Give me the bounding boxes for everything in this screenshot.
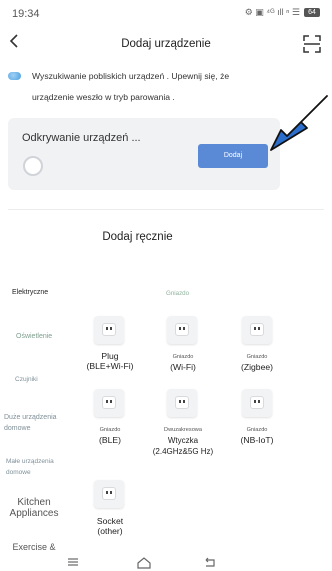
device-title: Plug [101,351,119,361]
device-icon-dual-band-plug[interactable] [167,389,197,417]
device-icon-plug-ble-wifi[interactable] [94,316,124,344]
device-title: Wtyczka (2.4GHz&5G Hz) [152,436,214,456]
category-large-appliances[interactable]: Duże urządzenia domowe [4,412,70,434]
discover-title: Odkrywanie urządzeń ... [22,132,141,144]
plug-icon [102,396,116,409]
device-icon-socket-zigbee[interactable] [242,316,272,344]
plug-icon [250,323,264,336]
back-icon[interactable] [202,555,218,569]
device-label-plug-ble-wifi[interactable]: Plug (BLE+Wi-Fi) [75,351,145,371]
header: Dodaj urządzenie [0,28,332,60]
status-icons: ⚙ ▣ ⁴ᴳ ıll ⁿ ☰ 64 [245,7,320,18]
device-small-label: Gniazdo [246,354,268,360]
scan-icon [303,35,321,53]
device-icon-socket-nbiot[interactable] [242,389,272,417]
device-label-socket-other[interactable]: Socket (other) [75,516,145,536]
device-title: (Zigbee) [241,362,273,372]
home-icon[interactable] [136,555,152,569]
device-label-dual-band-plug[interactable]: Dwuzakresowa Wtyczka (2.4GHz&5G Hz) [150,425,216,457]
plug-icon [175,396,189,409]
section-label: Gniazdo [166,290,190,297]
device-subtitle: (BLE+Wi-Fi) [86,361,134,371]
device-icon-socket-ble[interactable] [94,389,124,417]
plug-icon [102,323,116,336]
menu-icon[interactable] [66,555,80,569]
device-subtitle: (other) [97,526,123,536]
plug-icon [175,323,189,336]
annotation-arrow-icon [270,95,328,151]
category-small-appliances[interactable]: Małe urządzenia domowe [6,456,68,478]
plug-icon [102,487,116,500]
device-title: (Wi-Fi) [170,362,196,372]
device-small-label: Gniazdo [246,427,268,433]
device-small-label: Dwuzakresowa [164,427,202,433]
page-title: Dodaj urządzenie [121,38,211,50]
discover-card: Odkrywanie urządzeń ... Dodaj [8,118,280,190]
status-icons-text: ⚙ ▣ ⁴ᴳ ıll ⁿ ☰ [244,7,300,17]
loading-spinner-icon [23,156,43,176]
device-icon-socket-wifi[interactable] [167,316,197,344]
device-title: (BLE) [99,435,121,445]
system-nav-bar [0,555,332,571]
scan-button[interactable] [302,34,322,54]
device-title: Socket [96,516,124,526]
device-label-socket-wifi[interactable]: Gniazdo (Wi-Fi) [148,352,218,372]
device-label-socket-ble[interactable]: Gniazdo (BLE) [75,425,145,445]
search-info-line1: Wyszukiwanie pobliskich urządzeń . Upewn… [32,71,230,81]
battery-icon: 64 [304,8,320,17]
divider [8,209,324,210]
category-kitchen-appliances[interactable]: Kitchen Appliances [2,497,66,519]
device-small-label: Gniazdo [172,354,194,360]
plug-icon [250,396,264,409]
device-title: (NB-IoT) [240,435,274,445]
bluetooth-search-icon [8,72,21,80]
device-small-label: Gniazdo [99,427,121,433]
manual-add-title: Dodaj ręcznie [102,231,173,243]
category-exercise[interactable]: Exercise & [2,542,66,553]
category-sensors[interactable]: Czujniki [15,376,85,383]
category-lighting[interactable]: Oświetlenie [16,333,86,340]
device-label-socket-nbiot[interactable]: Gniazdo (NB-IoT) [222,425,292,445]
status-time: 19:34 [12,8,40,20]
device-label-socket-zigbee[interactable]: Gniazdo (Zigbee) [222,352,292,372]
status-bar: 19:34 ⚙ ▣ ⁴ᴳ ıll ⁿ ☰ 64 [0,0,332,26]
device-icon-socket-other[interactable] [94,480,124,508]
category-electrical[interactable]: Elektryczne [12,289,82,296]
